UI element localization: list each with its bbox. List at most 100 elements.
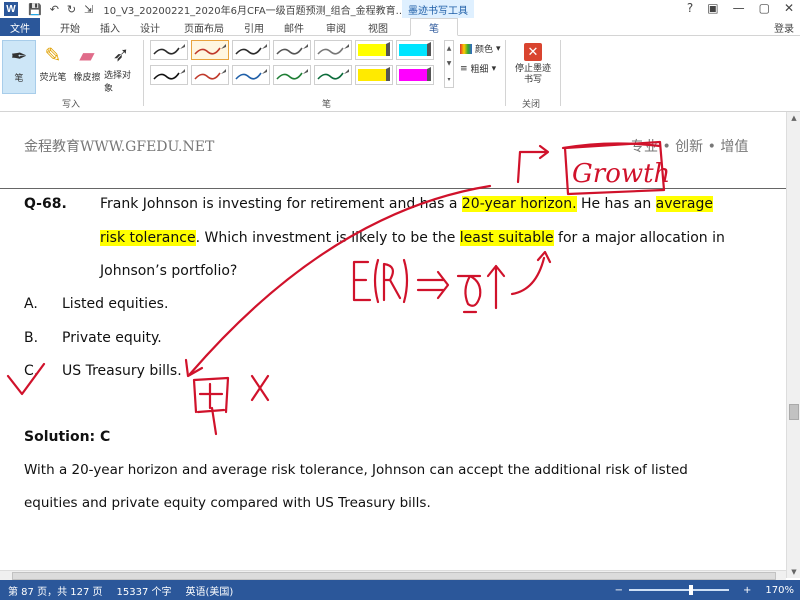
close-icon[interactable]: ✕ bbox=[784, 1, 794, 15]
zoom-level[interactable]: 170% bbox=[765, 585, 794, 596]
option-text-a: Listed equities. bbox=[62, 296, 169, 312]
document-page[interactable]: 金程教育WWW.GFEDU.NET 专业 • 创新 • 增值 Q-68. Fra… bbox=[0, 112, 786, 578]
ribbon-tabs: 文件 开始 插入 设计 页面布局 引用 邮件 审阅 视图 笔 登录 bbox=[0, 18, 800, 36]
pen-color-dropdown[interactable]: 颜色 ▾ bbox=[460, 42, 501, 55]
ink-long-arrow bbox=[188, 184, 492, 376]
pen-style-swatch[interactable] bbox=[191, 65, 229, 85]
pen-style-swatch[interactable] bbox=[396, 40, 434, 60]
pen-style-swatch[interactable] bbox=[150, 65, 188, 85]
ink-arrowhead bbox=[184, 358, 204, 378]
scroll-down-icon[interactable]: ▼ bbox=[787, 566, 800, 578]
zoom-control: − + 170% bbox=[607, 580, 794, 600]
eraser-icon: ▰ bbox=[79, 43, 95, 67]
option-text-b: Private equity. bbox=[62, 330, 162, 346]
document-title: 10_V3_20200221_2020年6月CFA一级百题预测_组合_金程教育.… bbox=[103, 5, 406, 17]
ink-x-mark bbox=[250, 374, 270, 402]
group-label-write: 写入 bbox=[62, 100, 81, 110]
word-count[interactable]: 15337 个字 bbox=[117, 583, 172, 598]
login-link[interactable]: 登录 bbox=[774, 20, 794, 35]
tab-file[interactable]: 文件 bbox=[0, 18, 40, 36]
pen-gallery-scroll[interactable]: ▲ ▼ ▾ bbox=[444, 40, 454, 88]
page-header-right: 专业 • 创新 • 增值 bbox=[630, 139, 749, 155]
vertical-scroll-thumb[interactable] bbox=[789, 404, 799, 420]
zoom-out-icon[interactable]: − bbox=[615, 585, 623, 596]
pen-style-swatch[interactable] bbox=[314, 40, 352, 60]
maximize-icon[interactable]: ▢ bbox=[759, 1, 770, 15]
pen-style-swatch[interactable] bbox=[232, 65, 270, 85]
horizontal-scroll-thumb[interactable] bbox=[12, 572, 776, 580]
ink-growth-word: Growth bbox=[572, 159, 670, 189]
question-id: Q-68. bbox=[24, 196, 67, 212]
language-indicator[interactable]: 英语(美国) bbox=[186, 583, 234, 598]
eraser-tool-button[interactable]: ▰ 橡皮擦 bbox=[70, 40, 104, 94]
line-weight-icon: ≡ bbox=[460, 63, 468, 74]
ink-e-r bbox=[352, 258, 409, 304]
help-icon[interactable]: ? bbox=[687, 1, 693, 15]
tab-home[interactable]: 开始 bbox=[52, 18, 88, 36]
minimize-icon[interactable]: — bbox=[733, 1, 745, 15]
group-label-close: 关闭 bbox=[522, 100, 541, 110]
word-app-icon[interactable]: W bbox=[4, 2, 18, 16]
option-letter-b: B. bbox=[24, 330, 39, 346]
page-count[interactable]: 第 87 页，共 127 页 bbox=[8, 583, 103, 598]
tab-references[interactable]: 引用 bbox=[236, 18, 272, 36]
chevron-down-icon: ▾ bbox=[491, 63, 497, 74]
ink-sigma bbox=[456, 274, 482, 314]
pen-style-swatch[interactable] bbox=[314, 65, 352, 85]
question-line-1: Frank Johnson is investing for retiremen… bbox=[100, 196, 713, 212]
pen-style-swatch[interactable] bbox=[191, 40, 229, 60]
tab-mailings[interactable]: 邮件 bbox=[276, 18, 312, 36]
solution-title: Solution: C bbox=[24, 429, 111, 445]
pen-style-swatch[interactable] bbox=[355, 65, 393, 85]
option-letter-c: C. bbox=[24, 363, 39, 379]
tab-review[interactable]: 审阅 bbox=[318, 18, 354, 36]
ribbon-display-icon[interactable]: ▣ bbox=[707, 1, 718, 15]
scroll-up-icon[interactable]: ▲ bbox=[787, 112, 800, 124]
pen-icon: ✒ bbox=[10, 44, 28, 68]
pen-style-swatch[interactable] bbox=[150, 40, 188, 60]
highlighter-icon: ✎ bbox=[44, 43, 62, 67]
question-line-3: Johnson’s portfolio? bbox=[100, 263, 238, 279]
tab-layout[interactable]: 页面布局 bbox=[176, 18, 232, 36]
more-icon[interactable]: ▾ bbox=[447, 76, 450, 83]
select-objects-button[interactable]: ➶ 选择对象 bbox=[104, 40, 138, 94]
pen-style-swatch[interactable] bbox=[273, 65, 311, 85]
tab-pen[interactable]: 笔 bbox=[410, 18, 458, 36]
group-label-pens: 笔 bbox=[322, 100, 332, 110]
quick-access-toolbar: 💾 ↶ ↻ ⇲ bbox=[28, 3, 93, 16]
stop-inking-button[interactable]: ✕ 停止墨迹书写 bbox=[510, 40, 556, 96]
redo-icon[interactable]: ↻ bbox=[67, 3, 76, 16]
highlight-risk-tolerance: risk tolerance bbox=[100, 230, 196, 246]
scroll-up-icon[interactable]: ▲ bbox=[447, 45, 452, 52]
zoom-slider-knob[interactable] bbox=[689, 585, 694, 595]
horizontal-scrollbar[interactable] bbox=[0, 570, 786, 580]
tab-view[interactable]: 视图 bbox=[360, 18, 396, 36]
scroll-down-icon[interactable]: ▼ bbox=[447, 60, 452, 67]
ink-up-arrow bbox=[486, 264, 506, 310]
pen-style-swatch[interactable] bbox=[273, 40, 311, 60]
question-line-2: risk tolerance. Which investment is like… bbox=[100, 230, 725, 246]
pen-gallery bbox=[150, 40, 442, 88]
solution-line-1: With a 20-year horizon and average risk … bbox=[24, 462, 688, 478]
chevron-down-icon: ▾ bbox=[496, 43, 501, 54]
ink-gu-character bbox=[192, 376, 230, 436]
highlighter-tool-button[interactable]: ✎ 荧光笔 bbox=[36, 40, 70, 94]
header-divider bbox=[0, 188, 786, 189]
tab-design[interactable]: 设计 bbox=[132, 18, 168, 36]
undo-icon[interactable]: ↶ bbox=[50, 3, 59, 16]
highlight-horizon: 20-year horizon. bbox=[461, 196, 577, 212]
select-cursor-icon: ➶ bbox=[112, 42, 130, 66]
title-bar: W 💾 ↶ ↻ ⇲ 10_V3_20200221_2020年6月CFA一级百题预… bbox=[0, 0, 800, 18]
pen-style-swatch[interactable] bbox=[232, 40, 270, 60]
zoom-slider[interactable] bbox=[629, 585, 730, 595]
pen-weight-dropdown[interactable]: ≡ 粗细 ▾ bbox=[460, 62, 497, 76]
zoom-in-icon[interactable]: + bbox=[743, 585, 751, 596]
pen-tool-button[interactable]: ✒ 笔 bbox=[2, 40, 36, 94]
vertical-scrollbar[interactable]: ▲ ▼ bbox=[786, 112, 800, 578]
stop-close-icon: ✕ bbox=[524, 43, 542, 61]
pen-style-swatch[interactable] bbox=[396, 65, 434, 85]
customize-quick-access-icon[interactable]: ⇲ bbox=[84, 3, 93, 16]
pen-style-swatch[interactable] bbox=[355, 40, 393, 60]
save-icon[interactable]: 💾 bbox=[28, 3, 42, 16]
tab-insert[interactable]: 插入 bbox=[92, 18, 128, 36]
